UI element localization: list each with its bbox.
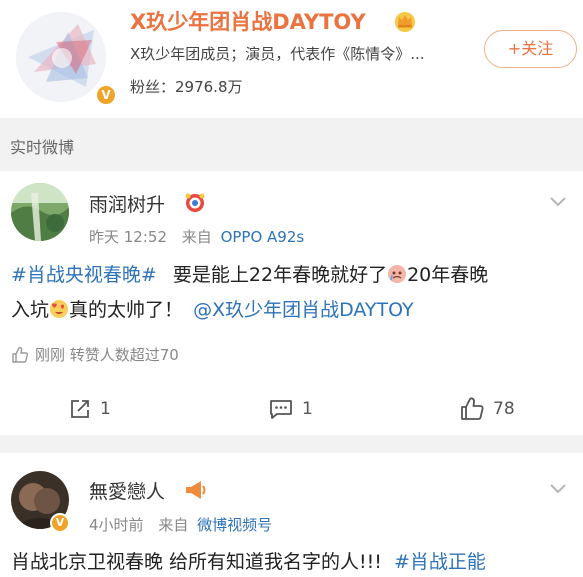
chevron-down-icon[interactable] [549, 196, 567, 208]
thumbs-up-icon [12, 346, 29, 363]
post-time: 4小时前 [89, 516, 144, 534]
follow-button[interactable]: +关注 [484, 30, 577, 68]
profile-name[interactable]: X玖少年团肖战DAYTOY [130, 6, 366, 36]
comment-icon [270, 400, 292, 419]
post-text: 要是能上22年春晚就好了 [172, 264, 388, 286]
post-text-line-2: 入坑 真的太帅了！ @X玖少年团肖战DAYTOY [11, 295, 575, 326]
avatar-image-icon [11, 183, 69, 241]
profile-avatar-image-icon [16, 12, 106, 102]
megaphone-icon [186, 481, 206, 499]
post-text: 20年春晚 [407, 264, 489, 286]
feed-post[interactable]: 雨润树升 昨天 12:52 来自 OPPO A92s #肖战央视春晚# 要是能上… [0, 171, 583, 435]
cry-emoji-icon [388, 265, 407, 283]
post-text: 肖战北京卫视春晚 给所有知道我名字的人!!! [11, 551, 382, 573]
profile-card[interactable]: V X玖少年团肖战DAYTOY X玖少年团成员；演员，代表作《陈情令》... 粉… [0, 0, 583, 118]
post-source[interactable]: OPPO A92s [221, 228, 305, 246]
post-text-line-1: 肖战北京卫视春晚 给所有知道我名字的人!!! #肖战正能 [11, 547, 575, 577]
like-info: 刚刚 转赞人数超过70 [11, 344, 179, 365]
repost-button[interactable]: 1 [68, 394, 111, 424]
profile-description: X玖少年团成员；演员，代表作《陈情令》... [130, 45, 425, 63]
verified-badge-icon: V [95, 84, 117, 106]
thumbs-up-icon [461, 397, 484, 420]
post-from-label: 来自 [181, 228, 212, 246]
post-meta: 4小时前 来自 微博视频号 [89, 514, 272, 535]
like-count: 78 [493, 399, 515, 419]
repost-icon [71, 400, 89, 418]
post-username[interactable]: 無愛戀人 [89, 477, 165, 504]
post-text: 入坑 [11, 299, 50, 321]
post-source[interactable]: 微博视频号 [197, 516, 272, 534]
section-label: 实时微博 [10, 138, 75, 157]
avatar[interactable] [11, 183, 69, 241]
profile-avatar[interactable] [16, 12, 106, 102]
mention-link[interactable]: @X玖少年团肖战DAYTOY [193, 299, 414, 321]
comment-button[interactable]: 1 [268, 394, 313, 424]
post-text: 真的太帅了！ [69, 299, 184, 321]
crown-icon [395, 12, 415, 32]
topic-link[interactable]: #肖战正能 [394, 551, 486, 573]
post-actions: 1 1 78 [0, 394, 583, 424]
post-meta: 昨天 12:52 来自 OPPO A92s [89, 226, 304, 247]
like-info-text: 刚刚 转赞人数超过70 [35, 346, 179, 364]
post-username[interactable]: 雨润树升 [89, 190, 165, 217]
verified-badge-icon: V [50, 513, 70, 533]
like-button[interactable]: 78 [459, 394, 515, 424]
comment-count: 1 [302, 399, 313, 419]
section-header: 实时微博 [0, 118, 583, 171]
svip-badge-icon [185, 193, 205, 212]
profile-fans-count: 粉丝：2976.8万 [130, 78, 243, 96]
post-text-line-1: #肖战央视春晚# 要是能上22年春晚就好了 20年春晚 [11, 260, 575, 291]
feed-post[interactable]: V 無愛戀人 4小时前 来自 微博视频号 肖战北京卫视春晚 给所有知道我名字的人… [0, 453, 583, 577]
feed-divider [0, 435, 583, 453]
repost-count: 1 [100, 399, 111, 419]
chevron-down-icon[interactable] [549, 483, 567, 495]
post-from-label: 来自 [158, 516, 189, 534]
love-emoji-icon [50, 300, 69, 318]
topic-link[interactable]: #肖战央视春晚# [11, 264, 157, 286]
post-time: 昨天 12:52 [89, 228, 167, 246]
